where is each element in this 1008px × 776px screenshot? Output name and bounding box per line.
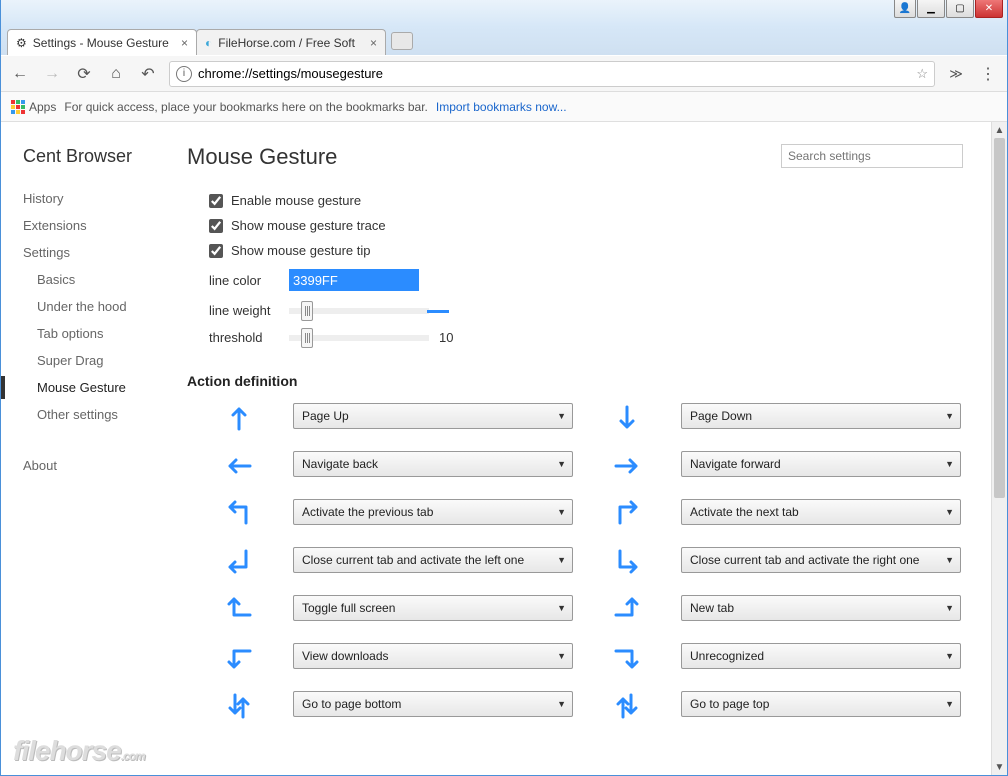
line-color-label: line color [209, 273, 279, 288]
sidebar-item[interactable]: History [23, 185, 171, 212]
action-select[interactable]: Activate the previous tab [293, 499, 573, 525]
sidebar-item[interactable]: Other settings [23, 401, 171, 428]
settings-sidebar: Cent Browser HistoryExtensionsSettingsBa… [1, 122, 171, 775]
user-button[interactable]: 👤 [894, 0, 916, 18]
forward-button[interactable]: → [41, 63, 63, 85]
action-select[interactable]: Close current tab and activate the right… [681, 547, 961, 573]
line-weight-slider[interactable] [289, 308, 429, 314]
action-select[interactable]: View downloads [293, 643, 573, 669]
gesture-left-down-icon [209, 643, 269, 673]
gesture-up-icon [209, 403, 269, 433]
browser-tab[interactable]: ◐ FileHorse.com / Free Soft × [196, 29, 386, 55]
gesture-up-left-icon [209, 499, 269, 529]
tab-title: FileHorse.com / Free Soft [218, 36, 364, 50]
sidebar-item[interactable]: About [23, 452, 171, 479]
bookmarks-bar: Apps For quick access, place your bookma… [1, 92, 1007, 122]
close-button[interactable]: ✕ [975, 0, 1003, 18]
action-select[interactable]: Toggle full screen [293, 595, 573, 621]
chevron-double-icon[interactable]: ≫ [945, 63, 967, 85]
sidebar-item[interactable]: Tab options [23, 320, 171, 347]
checkbox-row[interactable]: Show mouse gesture tip [187, 238, 963, 263]
home-button[interactable]: ⌂ [105, 63, 127, 85]
scroll-thumb[interactable] [994, 138, 1005, 498]
gesture-down-up-icon [209, 691, 269, 721]
gesture-right-down-icon [597, 643, 657, 673]
minimize-button[interactable]: ▁ [917, 0, 945, 18]
checkbox-label: Enable mouse gesture [231, 193, 361, 208]
action-select[interactable]: Page Up [293, 403, 573, 429]
apps-button[interactable]: Apps [11, 100, 56, 114]
checkbox-row[interactable]: Show mouse gesture trace [187, 213, 963, 238]
sidebar-item[interactable]: Super Drag [23, 347, 171, 374]
search-settings-input[interactable] [781, 144, 963, 168]
action-definition-heading: Action definition [187, 373, 963, 389]
nav-toolbar: ← → ⟳ ⌂ ↶ i ☆ ≫ ⋮ [1, 56, 1007, 92]
address-bar[interactable]: i ☆ [169, 61, 935, 87]
action-select[interactable]: Go to page bottom [293, 691, 573, 717]
vertical-scrollbar[interactable]: ▲ ▼ [991, 122, 1007, 775]
gesture-up-down-icon [597, 691, 657, 721]
bookmarks-hint: For quick access, place your bookmarks h… [64, 100, 428, 114]
tab-close-icon[interactable]: × [181, 36, 188, 50]
gesture-left-icon [209, 451, 269, 481]
threshold-label: threshold [209, 330, 279, 345]
site-info-icon[interactable]: i [176, 66, 192, 82]
window-titlebar: 👤 ▁ ▢ ✕ [1, 0, 1007, 28]
tab-title: Settings - Mouse Gesture [33, 36, 175, 50]
apps-label: Apps [29, 100, 56, 114]
page-title: Mouse Gesture [187, 144, 337, 170]
reload-button[interactable]: ⟳ [73, 63, 95, 85]
scroll-up-icon[interactable]: ▲ [992, 122, 1007, 138]
checkbox-label: Show mouse gesture tip [231, 243, 370, 258]
tab-close-icon[interactable]: × [370, 36, 377, 50]
sidebar-item[interactable]: Settings [23, 239, 171, 266]
sidebar-item[interactable]: Basics [23, 266, 171, 293]
back-button[interactable]: ← [9, 63, 31, 85]
line-color-input[interactable]: 3399FF [289, 269, 419, 291]
threshold-slider[interactable] [289, 335, 429, 341]
gesture-down-icon [597, 403, 657, 433]
sidebar-item[interactable]: Under the hood [23, 293, 171, 320]
action-select[interactable]: Close current tab and activate the left … [293, 547, 573, 573]
star-icon[interactable]: ☆ [916, 66, 928, 82]
action-select[interactable]: Page Down [681, 403, 961, 429]
threshold-value: 10 [439, 330, 453, 345]
action-select[interactable]: Unrecognized [681, 643, 961, 669]
gesture-down-left-icon [209, 547, 269, 577]
checkbox-label: Show mouse gesture trace [231, 218, 386, 233]
menu-button[interactable]: ⋮ [977, 63, 999, 85]
action-select[interactable]: Navigate forward [681, 451, 961, 477]
sidebar-item[interactable]: Extensions [23, 212, 171, 239]
import-bookmarks-link[interactable]: Import bookmarks now... [436, 100, 567, 114]
browser-tab[interactable]: ⚙ Settings - Mouse Gesture × [7, 29, 197, 55]
gesture-right-up-icon [597, 595, 657, 625]
gesture-down-right-icon [597, 547, 657, 577]
action-select[interactable]: Activate the next tab [681, 499, 961, 525]
settings-main: Mouse Gesture Enable mouse gesture Show m… [171, 122, 991, 775]
checkbox[interactable] [209, 194, 223, 208]
action-select[interactable]: New tab [681, 595, 961, 621]
maximize-button[interactable]: ▢ [946, 0, 974, 18]
tab-strip: ⚙ Settings - Mouse Gesture × ◐ FileHorse… [1, 27, 1007, 55]
gesture-right-icon [597, 451, 657, 481]
line-weight-label: line weight [209, 303, 279, 318]
checkbox[interactable] [209, 219, 223, 233]
spinner-icon: ◐ [205, 36, 212, 50]
url-input[interactable] [198, 66, 910, 81]
gesture-left-up-icon [209, 595, 269, 625]
scroll-down-icon[interactable]: ▼ [992, 759, 1007, 775]
action-select[interactable]: Go to page top [681, 691, 961, 717]
apps-grid-icon [11, 100, 25, 114]
brand-title: Cent Browser [23, 146, 171, 167]
checkbox-row[interactable]: Enable mouse gesture [187, 188, 963, 213]
gesture-up-right-icon [597, 499, 657, 529]
gear-icon: ⚙ [16, 36, 27, 50]
checkbox[interactable] [209, 244, 223, 258]
sidebar-item[interactable]: Mouse Gesture [23, 374, 171, 401]
new-tab-button[interactable] [391, 32, 413, 50]
undo-close-button[interactable]: ↶ [137, 63, 159, 85]
action-select[interactable]: Navigate back [293, 451, 573, 477]
